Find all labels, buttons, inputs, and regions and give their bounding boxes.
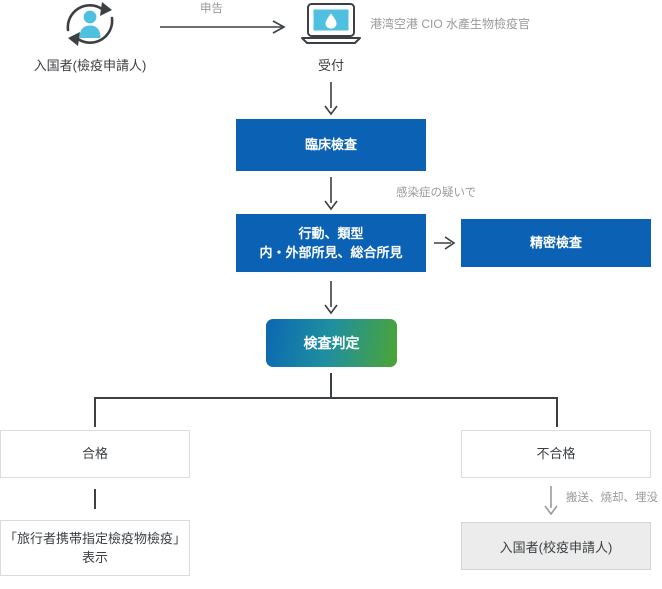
findings-label-line1: 行動、類型 [298, 225, 364, 241]
edge-label-suspect-infection: 感染症の疑いで [396, 187, 477, 199]
findings-label-line2: 内・外部所見、総合所見 [259, 245, 403, 260]
arrow-to-findings [324, 177, 338, 211]
arrow-to-detailed-exam [434, 235, 458, 251]
reception-note: 港湾空港 CIO 水產生物檢疫官 [370, 17, 531, 31]
applicant-label: 入国者(檢疫申請人) [33, 58, 147, 73]
judgement-label: 検査判定 [303, 335, 360, 351]
reception-label: 受付 [317, 58, 344, 73]
quarantine-flowchart: 入国者(檢疫申請人) 申告 受付 港湾空港 CIO 水產生物檢疫官 臨床檢査 感… [0, 0, 662, 589]
connector-branch-horizontal [94, 397, 558, 399]
arrow-to-clinical-exam [324, 82, 338, 116]
outcome-box-pass: 合格 [0, 430, 190, 478]
person-cycle-icon [56, 0, 124, 48]
arrow-to-fail-result [544, 486, 558, 516]
process-box-findings: 行動、類型 内・外部所見、総合所見 [236, 214, 426, 272]
pass-result-line1: 「旅行者携帯指定檢疫物檢疫」 [3, 530, 186, 546]
outcome-box-fail: 不合格 [461, 430, 651, 478]
edge-label-disposal: 搬送、燒却、埋没 [566, 492, 658, 504]
detailed-exam-label: 精密檢査 [529, 235, 582, 251]
clinical-exam-label: 臨床檢査 [304, 137, 357, 153]
connector-branch-right [556, 397, 558, 427]
outcome-box-fail-result: 入国者(校疫申請人) [461, 522, 651, 570]
connector-branch-left [94, 397, 96, 427]
arrow-to-judgement [324, 281, 338, 315]
process-box-clinical-exam: 臨床檢査 [236, 119, 426, 171]
connector-pass-to-result [94, 489, 96, 509]
fail-label: 不合格 [536, 446, 576, 462]
edge-label-declare: 申告 [200, 3, 223, 15]
pass-label: 合格 [81, 446, 108, 462]
fail-result-label: 入国者(校疫申請人) [499, 539, 613, 555]
connector-judgement-stem [330, 373, 332, 399]
laptop-droplet-icon [300, 2, 362, 46]
outcome-box-pass-result: 「旅行者携帯指定檢疫物檢疫」 表示 [0, 520, 190, 576]
declare-arrow [160, 20, 290, 34]
process-box-detailed-exam: 精密檢査 [461, 219, 651, 267]
process-box-judgement: 検査判定 [266, 319, 397, 367]
pass-result-line2: 表示 [81, 550, 108, 565]
